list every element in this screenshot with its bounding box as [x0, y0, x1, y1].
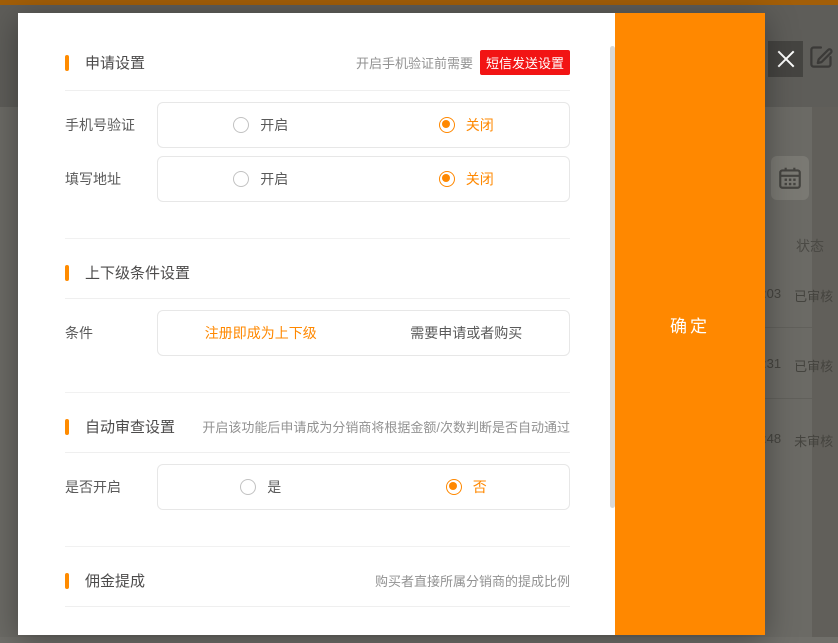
option-off[interactable]: 关闭	[364, 103, 570, 147]
section-title: 申请设置	[85, 52, 145, 73]
table-row: :31 已审核	[763, 356, 833, 375]
section-header: 申请设置 开启手机验证前需要 短信发送设置	[65, 50, 570, 91]
option-label: 关闭	[466, 115, 494, 135]
section-title: 上下级条件设置	[85, 262, 190, 283]
option-yes[interactable]: 是	[158, 465, 364, 509]
row-label: 条件	[65, 323, 157, 343]
option-register-bind[interactable]: 注册即成为上下级	[158, 311, 364, 355]
row-status: 未审核	[794, 431, 833, 450]
section-header: 自动审查设置 开启该功能后申请成为分销商将根据金额/次数判断是否自动通过	[65, 416, 570, 453]
condition-row: 条件 注册即成为上下级 需要申请或者购买	[65, 310, 570, 356]
radio-icon[interactable]	[240, 479, 256, 495]
section-hint: 开启手机验证前需要 短信发送设置	[356, 50, 570, 75]
option-label: 开启	[260, 115, 288, 135]
radio-icon[interactable]	[446, 479, 462, 495]
section-tick	[65, 573, 69, 589]
edit-icon[interactable]	[808, 43, 835, 70]
distribution-settings-modal: 申请设置 开启手机验证前需要 短信发送设置 手机号验证 开启	[18, 13, 765, 635]
section-hint: 购买者直接所属分销商的提成比例	[375, 571, 570, 590]
option-label: 开启	[260, 169, 288, 189]
phone-verify-row: 手机号验证 开启 关闭	[65, 102, 570, 148]
section-title: 自动审查设置	[85, 416, 175, 437]
option-apply-or-buy[interactable]: 需要申请或者购买	[364, 311, 570, 355]
calendar-icon	[777, 165, 803, 191]
option-label: 关闭	[466, 169, 494, 189]
section-hint: 开启该功能后申请成为分销商将根据金额/次数判断是否自动通过	[202, 417, 570, 436]
option-on[interactable]: 开启	[158, 157, 364, 201]
row-divider	[765, 398, 812, 399]
section-tick	[65, 55, 69, 71]
radio-icon[interactable]	[439, 117, 455, 133]
screen: 状态 :03 已审核 :31 已审核 :48 未审核 申请设置 开启手机验证前需	[0, 0, 838, 643]
section-header: 上下级条件设置	[65, 262, 570, 299]
radio-icon[interactable]	[233, 171, 249, 187]
option-label: 是	[267, 477, 281, 497]
confirm-label: 确定	[670, 312, 710, 337]
close-icon	[775, 48, 797, 70]
hint-text: 开启手机验证前需要	[356, 53, 473, 72]
row-time: :03	[763, 286, 781, 305]
row-label: 是否开启	[65, 477, 157, 497]
section-relation-condition: 上下级条件设置 条件 注册即成为上下级 需要申请或者购买	[65, 238, 570, 356]
option-label: 否	[473, 477, 487, 497]
row-divider	[765, 327, 812, 328]
radio-group: 开启 关闭	[157, 102, 570, 148]
section-commission: 佣金提成 购买者直接所属分销商的提成比例 结算方式 ? 付款完算	[65, 546, 570, 615]
calendar-button[interactable]	[771, 156, 809, 200]
section-title: 佣金提成	[85, 570, 145, 591]
section-apply-settings: 申请设置 开启手机验证前需要 短信发送设置 手机号验证 开启	[65, 50, 570, 202]
modal-scrollbar[interactable]	[610, 46, 615, 508]
radio-group: 开启 关闭	[157, 156, 570, 202]
table-row: :03 已审核	[763, 286, 833, 305]
page-right-margin	[812, 107, 838, 643]
radio-icon[interactable]	[439, 171, 455, 187]
option-no[interactable]: 否	[364, 465, 570, 509]
row-label: 手机号验证	[65, 115, 157, 135]
confirm-button[interactable]: 确定	[615, 13, 765, 635]
section-tick	[65, 419, 69, 435]
table-row: :48 未审核	[763, 431, 833, 450]
table-header-status: 状态	[796, 236, 824, 256]
modal-body: 申请设置 开启手机验证前需要 短信发送设置 手机号验证 开启	[18, 13, 615, 615]
close-button[interactable]	[768, 41, 803, 77]
section-tick	[65, 265, 69, 281]
choice-group: 注册即成为上下级 需要申请或者购买	[157, 310, 570, 356]
row-time: :48	[763, 431, 781, 450]
address-row: 填写地址 开启 关闭	[65, 156, 570, 202]
radio-group: 是 否	[157, 464, 570, 510]
row-status: 已审核	[794, 286, 833, 305]
auto-review-row: 是否开启 是 否	[65, 464, 570, 510]
row-time: :31	[763, 356, 781, 375]
section-auto-review: 自动审查设置 开启该功能后申请成为分销商将根据金额/次数判断是否自动通过 是否开…	[65, 392, 570, 510]
row-label: 填写地址	[65, 169, 157, 189]
radio-icon[interactable]	[233, 117, 249, 133]
option-on[interactable]: 开启	[158, 103, 364, 147]
section-header: 佣金提成 购买者直接所属分销商的提成比例	[65, 570, 570, 607]
page-bottom-strip	[0, 637, 838, 643]
sms-settings-link[interactable]: 短信发送设置	[480, 50, 570, 75]
option-off[interactable]: 关闭	[364, 157, 570, 201]
row-status: 已审核	[794, 356, 833, 375]
